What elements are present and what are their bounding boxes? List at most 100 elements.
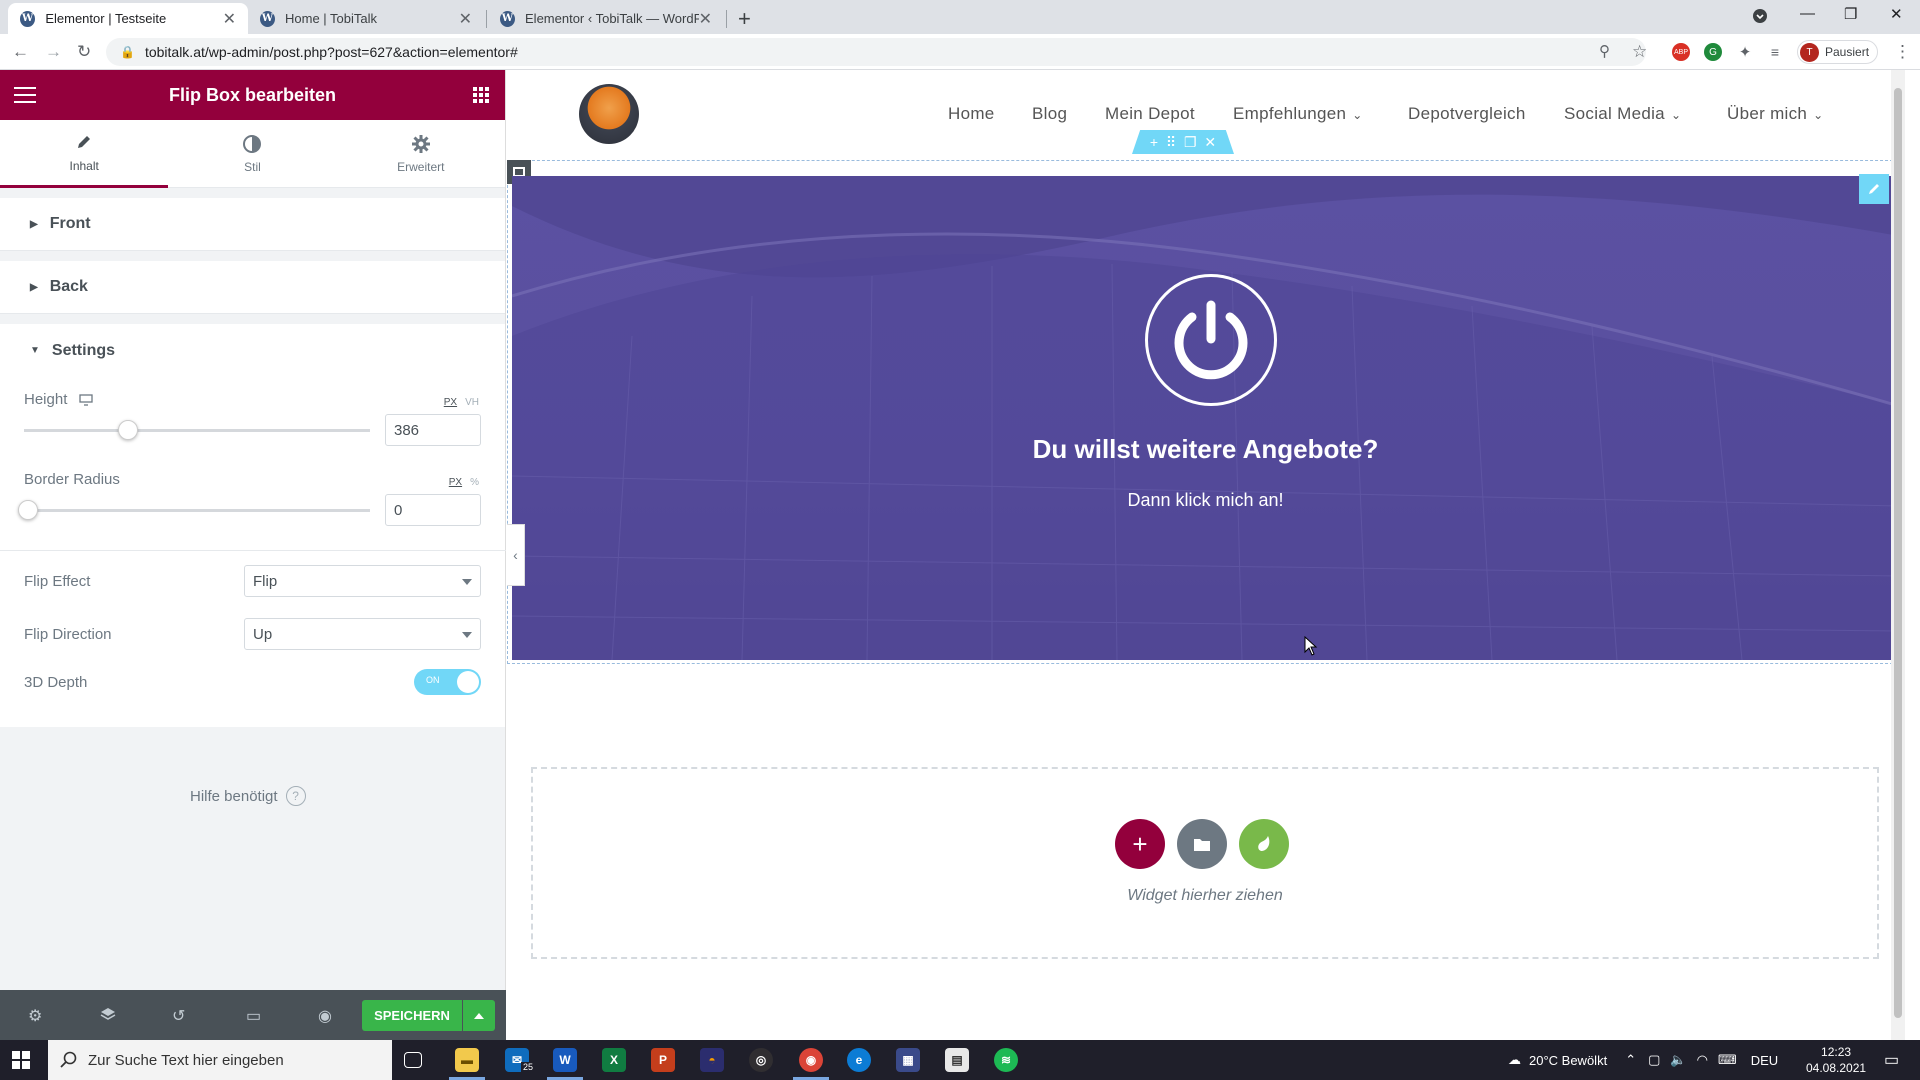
- nav-item-ueber-mich[interactable]: Über mich ⌄: [1727, 104, 1824, 124]
- new-tab-button[interactable]: +: [738, 6, 751, 32]
- keyboard-icon[interactable]: ⌨: [1718, 1052, 1737, 1068]
- save-options-button[interactable]: [463, 1000, 495, 1031]
- app-icon[interactable]: ▦: [896, 1048, 920, 1072]
- file-explorer-icon[interactable]: ▬: [455, 1048, 479, 1072]
- section-back[interactable]: ▶ Back: [0, 261, 505, 314]
- reading-list-icon[interactable]: ≡: [1766, 43, 1784, 61]
- close-icon[interactable]: ✕: [699, 9, 712, 29]
- back-icon[interactable]: ←: [12, 42, 29, 62]
- scrollbar-thumb[interactable]: [1894, 88, 1902, 1018]
- desktop-device-icon[interactable]: [79, 393, 94, 406]
- height-unit-switch[interactable]: PX VH: [444, 397, 479, 408]
- edit-widget-pencil-icon[interactable]: [1859, 174, 1889, 204]
- network-icon[interactable]: ▢: [1648, 1052, 1660, 1068]
- notifications-icon[interactable]: ▭: [1884, 1050, 1899, 1070]
- nav-item-depotvergleich[interactable]: Depotvergleich: [1408, 104, 1526, 124]
- task-view-icon[interactable]: [404, 1052, 422, 1068]
- reload-icon[interactable]: ↻: [77, 42, 91, 62]
- profile-button[interactable]: T Pausiert: [1797, 40, 1879, 64]
- close-icon[interactable]: ✕: [223, 9, 236, 29]
- collapse-panel-arrow-icon[interactable]: ‹: [507, 524, 525, 586]
- spotify-icon[interactable]: ≋: [994, 1048, 1018, 1072]
- wifi-icon[interactable]: ◠: [1697, 1052, 1708, 1068]
- responsive-mode-icon[interactable]: ▭: [246, 1006, 261, 1026]
- navigator-layers-icon[interactable]: [100, 1006, 116, 1022]
- add-new-section-button[interactable]: +: [1115, 819, 1165, 869]
- flip-box-widget[interactable]: Du willst weitere Angebote? Dann klick m…: [512, 176, 1899, 660]
- envato-leaf-icon[interactable]: [1239, 819, 1289, 869]
- section-settings[interactable]: ▼ Settings: [0, 324, 505, 377]
- border-radius-unit-switch[interactable]: PX%: [449, 477, 479, 488]
- nav-item-mein-depot[interactable]: Mein Depot: [1105, 104, 1195, 124]
- nav-item-social-media[interactable]: Social Media ⌄: [1564, 104, 1681, 124]
- depth-3d-toggle[interactable]: ON: [414, 669, 481, 695]
- powerpoint-icon[interactable]: P: [651, 1048, 675, 1072]
- save-button[interactable]: SPEICHERN: [362, 1000, 462, 1031]
- excel-icon[interactable]: X: [602, 1048, 626, 1072]
- history-icon[interactable]: ↺: [172, 1006, 185, 1026]
- extensions-puzzle-icon[interactable]: ✦: [1736, 43, 1754, 61]
- bookmark-star-icon[interactable]: ☆: [1632, 42, 1647, 62]
- minimize-icon[interactable]: —: [1800, 5, 1815, 22]
- height-input[interactable]: 386: [385, 414, 481, 446]
- nav-item-empfehlungen[interactable]: Empfehlungen ⌄: [1233, 104, 1363, 124]
- chrome-icon[interactable]: ◉: [799, 1048, 823, 1072]
- unit-percent[interactable]: %: [470, 477, 479, 488]
- drag-handle-icon[interactable]: ⠿: [1166, 134, 1176, 151]
- restore-icon[interactable]: ❐: [1844, 5, 1857, 23]
- close-window-icon[interactable]: ✕: [1890, 5, 1903, 23]
- tab-search-icon[interactable]: [1752, 8, 1768, 24]
- section-front[interactable]: ▶ Front: [0, 198, 505, 251]
- delete-icon[interactable]: ✕: [1204, 134, 1216, 151]
- widget-drop-zone[interactable]: + Widget hierher ziehen: [531, 767, 1879, 959]
- app-icon[interactable]: ◓: [700, 1048, 724, 1072]
- adblock-extension-icon[interactable]: ABP: [1672, 43, 1690, 61]
- volume-icon[interactable]: 🔈: [1670, 1052, 1686, 1068]
- tab-erweitert[interactable]: Erweitert: [336, 120, 505, 188]
- weather-text[interactable]: 20°C Bewölkt: [1529, 1053, 1607, 1068]
- unit-vh[interactable]: VH: [465, 397, 479, 408]
- template-library-folder-icon[interactable]: [1177, 819, 1227, 869]
- widgets-grid-icon[interactable]: [473, 87, 489, 103]
- browser-tab[interactable]: W Elementor | Testseite ✕: [8, 3, 248, 34]
- obs-icon[interactable]: ◎: [749, 1048, 773, 1072]
- url-field[interactable]: 🔒 tobitalk.at/wp-admin/post.php?post=627…: [106, 38, 1646, 66]
- notepad-icon[interactable]: ▤: [945, 1048, 969, 1072]
- height-slider-handle[interactable]: [118, 420, 139, 440]
- flip-effect-select[interactable]: Flip: [244, 565, 481, 597]
- duplicate-icon[interactable]: ❐: [1184, 134, 1197, 151]
- unit-px[interactable]: PX: [449, 477, 462, 488]
- close-icon[interactable]: ✕: [459, 9, 472, 29]
- height-slider[interactable]: [24, 429, 370, 432]
- hamburger-menu-icon[interactable]: [14, 87, 36, 108]
- add-section-icon[interactable]: +: [1150, 134, 1158, 150]
- browser-tab[interactable]: W Elementor ‹ TobiTalk — WordPre ✕: [488, 3, 724, 34]
- browser-tab[interactable]: W Home | TobiTalk ✕: [248, 3, 484, 34]
- border-radius-slider-handle[interactable]: [18, 500, 38, 520]
- help-link[interactable]: Hilfe benötigt ?: [190, 786, 306, 806]
- site-logo-avatar[interactable]: [579, 84, 639, 144]
- grammarly-extension-icon[interactable]: G: [1704, 43, 1722, 61]
- clock[interactable]: 12:23 04.08.2021: [1806, 1044, 1866, 1076]
- menu-dots-icon[interactable]: ⋮: [1894, 42, 1911, 62]
- flip-direction-select[interactable]: Up: [244, 618, 481, 650]
- border-radius-input[interactable]: 0: [385, 494, 481, 526]
- nav-item-home[interactable]: Home: [948, 104, 995, 124]
- border-radius-slider[interactable]: [24, 509, 370, 512]
- unit-px[interactable]: PX: [444, 397, 457, 408]
- chevron-up-icon[interactable]: ⌃: [1625, 1052, 1636, 1068]
- edge-icon[interactable]: e: [847, 1048, 871, 1072]
- settings-gear-icon[interactable]: ⚙: [28, 1006, 42, 1026]
- zoom-icon[interactable]: ⚲: [1599, 42, 1610, 60]
- preview-eye-icon[interactable]: ◉: [318, 1006, 332, 1026]
- canvas-scrollbar[interactable]: [1891, 70, 1905, 1040]
- word-icon[interactable]: W: [553, 1048, 577, 1072]
- tab-inhalt[interactable]: Inhalt: [0, 120, 169, 188]
- nav-item-blog[interactable]: Blog: [1032, 104, 1067, 124]
- taskbar-search-field[interactable]: Zur Suche Text hier eingeben: [48, 1040, 392, 1080]
- forward-icon[interactable]: →: [45, 42, 62, 62]
- language-indicator[interactable]: DEU: [1751, 1053, 1778, 1068]
- tab-stil[interactable]: Stil: [168, 120, 337, 188]
- windows-start-icon[interactable]: [12, 1051, 30, 1069]
- search-placeholder: Zur Suche Text hier eingeben: [88, 1051, 284, 1069]
